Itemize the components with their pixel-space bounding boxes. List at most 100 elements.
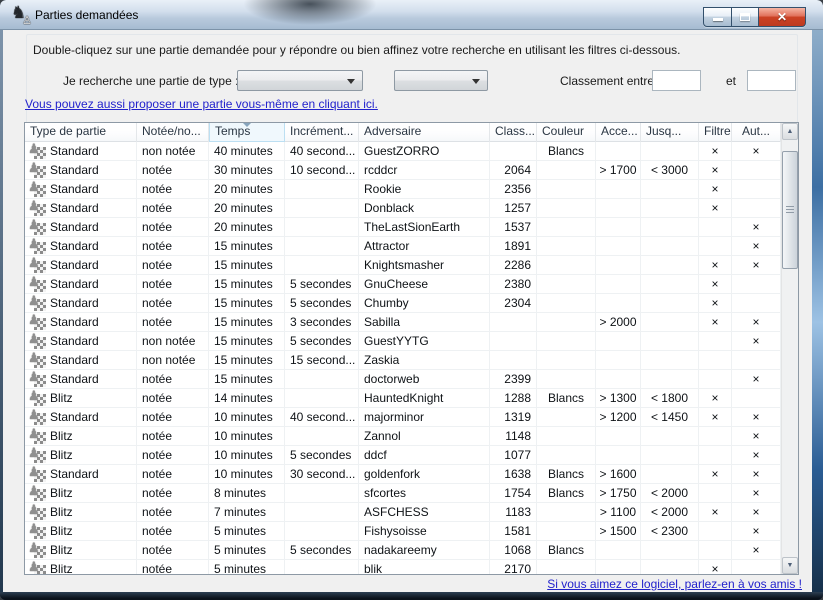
column-header-filter[interactable]: Filtre xyxy=(699,123,732,142)
table-row[interactable]: ♟ Blitz notée 14 minutes HauntedKnight 1… xyxy=(25,389,781,408)
cell-color xyxy=(537,446,596,464)
minimize-icon xyxy=(713,18,723,21)
cell-time: 15 minutes xyxy=(209,370,285,388)
cell-time: 15 minutes xyxy=(209,351,285,369)
cell-color xyxy=(537,522,596,540)
table-row[interactable]: ♟ Standard notée 15 minutes 5 secondes G… xyxy=(25,275,781,294)
cell-time: 5 minutes xyxy=(209,541,285,559)
table-row[interactable]: ♟ Standard notée 15 minutes 3 secondes S… xyxy=(25,313,781,332)
table-row[interactable]: ♟ Standard notée 10 minutes 40 second...… xyxy=(25,408,781,427)
table-row[interactable]: ♟ Standard non notée 40 minutes 40 secon… xyxy=(25,142,781,161)
column-header-auto[interactable]: Aut... xyxy=(732,123,781,142)
cell-filter xyxy=(699,541,732,559)
column-header-increment[interactable]: Incrément... xyxy=(285,123,359,142)
cell-time: 40 minutes xyxy=(209,142,285,160)
cell-opponent: GuestYYTG xyxy=(359,332,490,350)
table-row[interactable]: ♟ Standard notée 30 minutes 10 second...… xyxy=(25,161,781,180)
cell-accepts-above xyxy=(596,370,641,388)
table-row[interactable]: ♟ Standard notée 20 minutes Donblack 125… xyxy=(25,199,781,218)
cell-opponent: sfcortes xyxy=(359,484,490,502)
chess-pawn-icon: ♟ xyxy=(30,239,46,254)
column-header-accepts-above[interactable]: Acce... xyxy=(596,123,641,142)
table-row[interactable]: ♟ Blitz notée 5 minutes Fishysoisse 1581… xyxy=(25,522,781,541)
cell-filter: × xyxy=(699,142,732,160)
cell-rated: non notée xyxy=(137,351,209,369)
cell-accepts-above xyxy=(596,237,641,255)
cell-increment: 40 second... xyxy=(285,408,359,426)
cell-color: Blancs xyxy=(537,465,596,483)
cell-rating: 2356 xyxy=(490,180,537,198)
cell-time: 10 minutes xyxy=(209,465,285,483)
cell-increment: 40 second... xyxy=(285,142,359,160)
game-subtype-dropdown[interactable] xyxy=(394,70,488,91)
cell-time: 10 minutes xyxy=(209,427,285,445)
cell-game-type: ♟ Blitz xyxy=(25,560,137,574)
table-row[interactable]: ♟ Blitz notée 5 minutes 5 secondes nadak… xyxy=(25,541,781,560)
rating-max-input[interactable] xyxy=(747,70,796,91)
table-row[interactable]: ♟ Standard notée 15 minutes 5 secondes C… xyxy=(25,294,781,313)
cell-rated: non notée xyxy=(137,142,209,160)
cell-time: 20 minutes xyxy=(209,180,285,198)
chess-pawn-icon: ♟ xyxy=(30,163,46,178)
table-row[interactable]: ♟ Standard notée 20 minutes Rookie 2356 … xyxy=(25,180,781,199)
cell-accepts-above xyxy=(596,351,641,369)
column-header-time[interactable]: Temps xyxy=(209,123,285,142)
cell-accepts-above xyxy=(596,427,641,445)
cell-time: 15 minutes xyxy=(209,332,285,350)
cell-increment xyxy=(285,522,359,540)
cell-opponent: GnuCheese xyxy=(359,275,490,293)
cell-increment: 5 secondes xyxy=(285,446,359,464)
game-type-dropdown[interactable] xyxy=(237,70,363,91)
cell-filter: × xyxy=(699,503,732,521)
cell-filter xyxy=(699,332,732,350)
scroll-down-button[interactable]: ▼ xyxy=(782,557,798,574)
chess-pawn-icon: ♟ xyxy=(30,486,46,501)
column-header-color[interactable]: Couleur xyxy=(537,123,596,142)
column-header-type[interactable]: Type de partie xyxy=(25,123,137,142)
table-row[interactable]: ♟ Standard notée 15 minutes Attractor 18… xyxy=(25,237,781,256)
cell-accepts-above xyxy=(596,256,641,274)
cell-filter: × xyxy=(699,256,732,274)
table-body: ♟ Standard non notée 40 minutes 40 secon… xyxy=(25,142,781,574)
chess-pawn-icon: ♟ xyxy=(30,391,46,406)
close-button[interactable]: ✕ xyxy=(759,7,806,27)
rating-min-input[interactable] xyxy=(652,70,701,91)
cell-rated: notée xyxy=(137,275,209,293)
cell-opponent: Sabilla xyxy=(359,313,490,331)
cell-color xyxy=(537,237,596,255)
scrollbar-thumb[interactable] xyxy=(782,151,798,269)
table-row[interactable]: ♟ Blitz notée 8 minutes sfcortes 1754 Bl… xyxy=(25,484,781,503)
column-header-up-to[interactable]: Jusq... xyxy=(641,123,699,142)
table-row[interactable]: ♟ Standard notée 15 minutes Knightsmashe… xyxy=(25,256,781,275)
cell-game-type: ♟ Standard xyxy=(25,370,137,388)
cell-game-type: ♟ Standard xyxy=(25,237,137,255)
table-row[interactable]: ♟ Blitz notée 10 minutes Zannol 1148 × xyxy=(25,427,781,446)
propose-game-link[interactable]: Vous pouvez aussi proposer une partie vo… xyxy=(25,97,378,111)
table-row[interactable]: ♟ Standard notée 10 minutes 30 second...… xyxy=(25,465,781,484)
maximize-button[interactable] xyxy=(732,7,759,27)
column-header-rating[interactable]: Class... xyxy=(490,123,537,142)
table-row[interactable]: ♟ Blitz notée 10 minutes 5 secondes ddcf… xyxy=(25,446,781,465)
vertical-scrollbar[interactable]: ▲ ▼ xyxy=(781,123,798,574)
table-row[interactable]: ♟ Standard notée 15 minutes doctorweb 23… xyxy=(25,370,781,389)
cell-accepts-above xyxy=(596,541,641,559)
scroll-up-button[interactable]: ▲ xyxy=(782,123,798,140)
cell-auto: × xyxy=(732,446,781,464)
column-header-rated[interactable]: Notée/no... xyxy=(137,123,209,142)
table-row[interactable]: ♟ Blitz notée 5 minutes blik 2170 × xyxy=(25,560,781,574)
column-header-opponent[interactable]: Adversaire xyxy=(359,123,490,142)
cell-rating: 2380 xyxy=(490,275,537,293)
minimize-button[interactable] xyxy=(703,7,732,27)
table-row[interactable]: ♟ Standard non notée 15 minutes 15 secon… xyxy=(25,351,781,370)
table-row[interactable]: ♟ Standard notée 20 minutes TheLastSionE… xyxy=(25,218,781,237)
cell-opponent: Attractor xyxy=(359,237,490,255)
table-row[interactable]: ♟ Standard non notée 15 minutes 5 second… xyxy=(25,332,781,351)
cell-accepts-above: > 1700 xyxy=(596,161,641,179)
cell-rating: 1077 xyxy=(490,446,537,464)
cell-color: Blancs xyxy=(537,541,596,559)
cell-increment xyxy=(285,218,359,236)
table-row[interactable]: ♟ Blitz notée 7 minutes ASFCHESS 1183 > … xyxy=(25,503,781,522)
cell-auto: × xyxy=(732,256,781,274)
cell-time: 10 minutes xyxy=(209,408,285,426)
share-with-friends-link[interactable]: Si vous aimez ce logiciel, parlez-en à v… xyxy=(547,577,802,591)
